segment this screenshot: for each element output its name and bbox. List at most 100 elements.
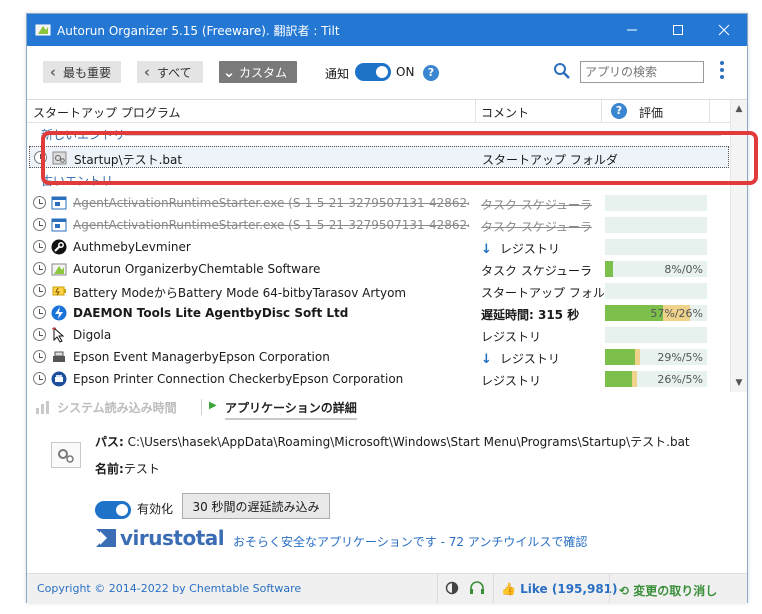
app-window: Autorun Organizer 5.15 (Freeware). 翻訳者 :… — [26, 13, 758, 603]
clock-icon — [33, 196, 46, 209]
undo-changes-button[interactable]: ⟲ 変更の取り消し — [619, 582, 717, 599]
like-button[interactable]: 👍 Like (195,981) — [501, 582, 618, 596]
filter-label: すべて — [157, 65, 192, 80]
new-entry-highlight — [41, 131, 758, 185]
scroll-up-icon[interactable]: ▲ — [731, 104, 747, 114]
file-gear-icon — [51, 442, 81, 468]
list-item[interactable]: Epson Event ManagerbyEpson Corporation ↓ レ… — [29, 346, 729, 368]
entry-comment: ↓ レジストリ — [481, 352, 560, 367]
list-item[interactable]: AgentActivationRuntimeStarter.exe (S-1-5… — [29, 192, 729, 214]
rating-bar — [605, 195, 707, 211]
theme-contrast-icon[interactable] — [445, 581, 459, 595]
undo-icon: ⟲ — [619, 584, 630, 598]
clock-icon — [33, 306, 46, 319]
tab-app-details[interactable]: アプリケーションの詳細 — [225, 399, 357, 420]
enable-toggle[interactable] — [95, 501, 131, 519]
tab-load-time[interactable]: システム読み込み時間 — [57, 399, 177, 416]
close-icon[interactable] — [701, 14, 747, 46]
list-header: スタートアップ プログラム コメント ? 評価 — [27, 100, 731, 123]
delay-load-button[interactable]: 30 秒間の遅延読み込み — [182, 493, 330, 519]
app-window-icon — [51, 195, 67, 211]
clock-icon — [33, 218, 46, 231]
copyright-link[interactable]: Copyright © 2014-2022 by Chemtable Softw… — [37, 582, 301, 595]
clock-icon — [33, 284, 46, 297]
rating-help-icon[interactable]: ? — [611, 103, 627, 119]
entry-comment: タスク スケジューラ — [481, 198, 592, 212]
entry-comment: スタートアップ フォルダ — [481, 286, 617, 300]
entry-name: Battery ModeからBattery Mode 64-bitbyTaras… — [73, 286, 407, 300]
toolbar: ‹ 最も重要 ‹ すべて ⌄ カスタム 通知 ON ? — [27, 47, 747, 99]
enabled-label: 有効化 — [137, 502, 174, 516]
search-icon[interactable] — [553, 62, 571, 80]
wrench-icon — [51, 239, 67, 255]
help-icon[interactable]: ? — [423, 65, 439, 81]
entry-name: AgentActivationRuntimeStarter.exe (S-1-5… — [73, 218, 469, 232]
clock-icon — [33, 262, 46, 275]
rating-percent: 26%/5% — [657, 373, 703, 386]
chevron-left-icon: ‹ — [49, 63, 57, 81]
list-item[interactable]: Autorun OrganizerbyChemtable Software タスク… — [29, 258, 729, 280]
cursor-icon — [51, 327, 67, 343]
app-logo-icon — [35, 24, 51, 36]
entry-name: Autorun OrganizerbyChemtable Software — [73, 262, 321, 276]
list-item[interactable]: AgentActivationRuntimeStarter.exe (S-1-5… — [29, 214, 729, 236]
battery-icon — [51, 283, 67, 299]
entry-comment: ↓ レジストリ — [481, 242, 560, 257]
filter-label: 最も重要 — [63, 65, 112, 80]
entry-name: AgentActivationRuntimeStarter.exe (S-1-5… — [73, 196, 469, 210]
name-value: テスト — [123, 462, 160, 476]
notify-label: 通知 — [325, 67, 350, 81]
support-headset-icon[interactable] — [469, 581, 485, 595]
column-program[interactable]: スタートアップ プログラム — [33, 104, 180, 121]
name-row: 名前:テスト — [95, 460, 160, 477]
rating-bar — [605, 239, 707, 255]
path-value: C:\Users\hasek\AppData\Roaming\Microsoft… — [127, 435, 690, 449]
clock-icon — [33, 372, 46, 385]
thumbs-up-icon: 👍 — [501, 582, 516, 596]
virustotal-icon — [96, 529, 116, 547]
filter-label: カスタム — [239, 65, 288, 80]
scroll-down-icon[interactable]: ▼ — [731, 378, 747, 388]
filter-custom-button[interactable]: ⌄ カスタム — [219, 61, 297, 83]
list-item[interactable]: Epson Printer Connection CheckerbyEpson … — [29, 368, 729, 390]
rating-positive-fill — [605, 371, 632, 387]
arrow-down-icon: ↓ — [481, 242, 492, 257]
entry-name: Epson Printer Connection CheckerbyEpson … — [73, 372, 404, 386]
printer-icon — [51, 371, 67, 387]
entry-comment: レジストリ — [481, 330, 542, 344]
entry-comment: 遅延時間: 315 秒 — [481, 308, 580, 322]
notify-toggle[interactable] — [355, 63, 391, 81]
minimize-icon[interactable] — [609, 14, 655, 46]
name-label: 名前: — [95, 462, 124, 476]
column-rating[interactable]: 評価 — [639, 104, 663, 121]
epson-icon — [51, 349, 67, 365]
rating-percent: 8%/0% — [664, 263, 703, 276]
filter-all-button[interactable]: ‹ すべて — [137, 61, 203, 83]
virustotal-result-link[interactable]: おそらく安全なアプリケーションです - 72 アンチウイルスで確認 — [233, 533, 587, 550]
list-item[interactable]: DAEMON Tools Lite AgentbyDisc Soft Ltd 遅延… — [29, 302, 729, 324]
maximize-icon[interactable] — [655, 14, 701, 46]
path-row: パス: C:\Users\hasek\AppData\Roaming\Micro… — [95, 433, 690, 450]
list-item[interactable]: Battery ModeからBattery Mode 64-bitbyTaras… — [29, 280, 729, 302]
rating-bar: 29%/5% — [605, 349, 707, 365]
virustotal-logo[interactable]: virustotal — [95, 526, 225, 550]
clock-icon — [33, 350, 46, 363]
clock-icon — [33, 328, 46, 341]
rating-bar — [605, 283, 707, 299]
app-window-icon — [51, 217, 67, 233]
status-bar: Copyright © 2014-2022 by Chemtable Softw… — [27, 573, 747, 603]
entry-name: AuthmebyLevminer — [73, 240, 191, 254]
more-menu-icon[interactable] — [720, 61, 724, 82]
list-item[interactable]: AuthmebyLevminer ↓ レジストリ — [29, 236, 729, 258]
entry-comment: タスク スケジューラ — [481, 220, 592, 234]
notify-state: ON — [396, 65, 415, 79]
filter-most-important-button[interactable]: ‹ 最も重要 — [43, 61, 121, 83]
list-item[interactable]: Digola レジストリ — [29, 324, 729, 346]
rating-positive-fill — [605, 349, 635, 365]
entry-comment: レジストリ — [481, 374, 542, 388]
column-comment[interactable]: コメント — [481, 104, 529, 121]
search-input[interactable] — [580, 61, 704, 83]
rating-bar: 26%/5% — [605, 371, 707, 387]
entry-name: Epson Event ManagerbyEpson Corporation — [73, 350, 330, 364]
rating-warning-fill — [632, 371, 637, 387]
